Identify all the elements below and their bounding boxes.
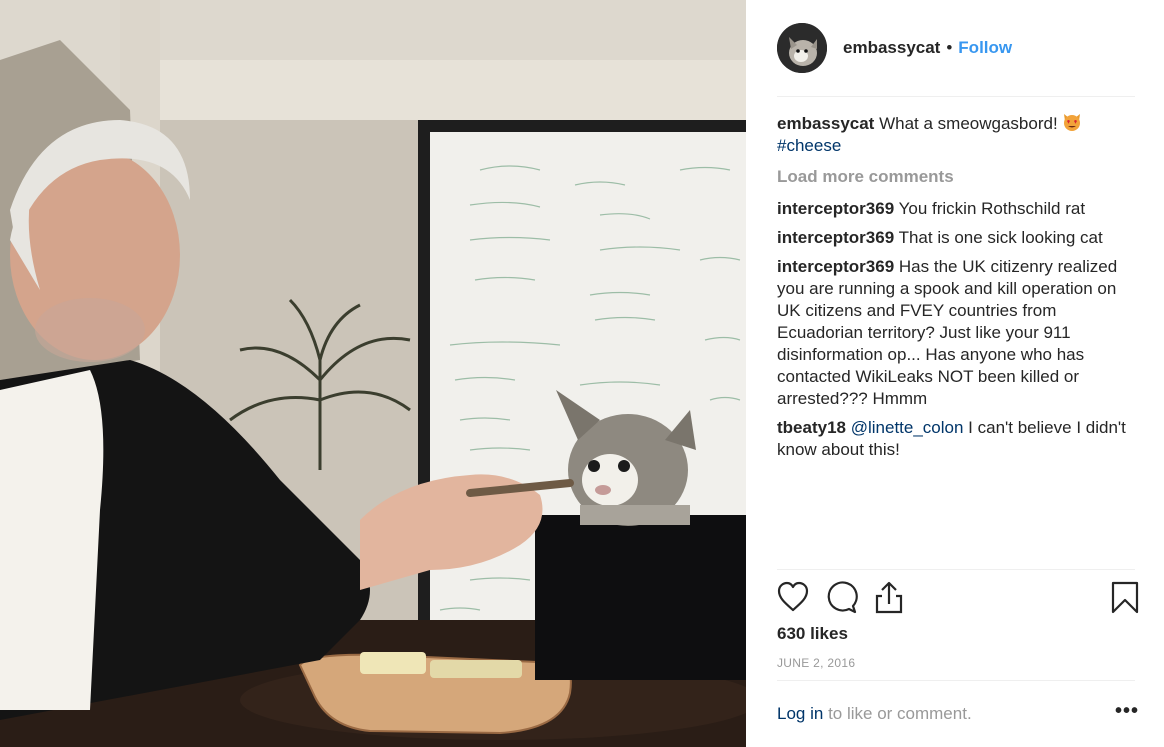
- login-prompt: Log in to like or comment. •••: [777, 700, 1139, 724]
- comment-mention[interactable]: @linette_colon: [851, 418, 964, 437]
- caption: embassycat What a smeowgasbord! #cheese: [777, 112, 1139, 157]
- comments-list: embassycat What a smeowgasbord! #cheese …: [777, 112, 1139, 468]
- actions-divider: [777, 569, 1135, 570]
- comment-item: interceptor369 That is one sick looking …: [777, 227, 1139, 249]
- action-bar: [776, 580, 1139, 616]
- load-more-comments-button[interactable]: Load more comments: [777, 166, 1139, 188]
- comment-icon[interactable]: [824, 580, 858, 616]
- post-sidebar: embassycat • Follow embassycat What a sm…: [746, 0, 1164, 747]
- post-date: JUNE 2, 2016: [777, 656, 856, 670]
- comment-item: interceptor369 You frickin Rothschild ra…: [777, 198, 1139, 220]
- comment-username[interactable]: interceptor369: [777, 257, 894, 276]
- heart-icon[interactable]: [776, 580, 810, 616]
- header-separator: •: [946, 38, 953, 57]
- more-options-icon[interactable]: •••: [1115, 700, 1139, 723]
- caption-hashtag[interactable]: #cheese: [777, 136, 841, 155]
- post-photo: [0, 0, 746, 747]
- bookmark-icon[interactable]: [1108, 580, 1142, 616]
- likes-count[interactable]: 630 likes: [777, 624, 848, 644]
- share-icon[interactable]: [872, 580, 906, 616]
- comment-username[interactable]: interceptor369: [777, 228, 894, 247]
- heart-eyes-cat-emoji-icon: [1062, 112, 1082, 132]
- caption-text: What a smeowgasbord!: [879, 114, 1058, 133]
- avatar[interactable]: [777, 23, 827, 73]
- comment-text: You frickin Rothschild rat: [898, 199, 1086, 218]
- comment-item: interceptor369 Has the UK citizenry real…: [777, 256, 1139, 410]
- login-link[interactable]: Log in: [777, 704, 823, 723]
- follow-button[interactable]: Follow: [958, 38, 1012, 58]
- comment-username[interactable]: interceptor369: [777, 199, 894, 218]
- footer-divider: [777, 680, 1135, 681]
- header-username[interactable]: embassycat: [843, 38, 940, 58]
- comment-item: tbeaty18 @linette_colon I can't believe …: [777, 417, 1139, 461]
- header-divider: [777, 96, 1135, 97]
- comment-text: That is one sick looking cat: [898, 228, 1103, 247]
- comment-text: Has the UK citizenry realized you are ru…: [777, 257, 1118, 408]
- caption-username[interactable]: embassycat: [777, 114, 874, 133]
- comment-username[interactable]: tbeaty18: [777, 418, 846, 437]
- post-header: embassycat • Follow: [746, 0, 1164, 96]
- login-suffix: to like or comment.: [828, 704, 972, 723]
